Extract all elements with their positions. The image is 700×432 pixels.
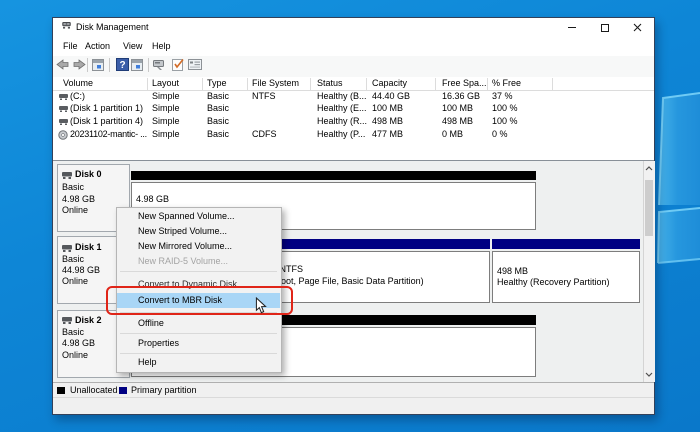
svg-text:?: ?: [119, 60, 125, 71]
